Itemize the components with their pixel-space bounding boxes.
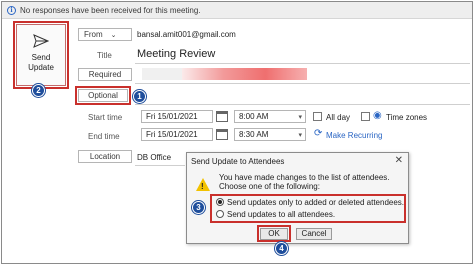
all-day-checkbox[interactable] — [313, 112, 322, 121]
end-calendar-icon[interactable] — [216, 129, 228, 140]
step-badge-2: 2 — [31, 83, 46, 98]
info-icon: i — [7, 5, 16, 15]
recurring-icon: ⟳ — [314, 128, 323, 139]
required-redacted — [182, 68, 307, 80]
end-time-value: 8:30 AM — [239, 130, 269, 139]
required-redacted-left — [142, 68, 182, 80]
warning-icon-mark: ! — [201, 182, 204, 191]
start-time-field[interactable]: 8:00 AM ▾ — [234, 110, 306, 123]
info-bar: i No responses have been received for th… — [2, 2, 472, 19]
globe-icon: ◉ — [373, 110, 382, 121]
start-time-label: Start time — [88, 113, 123, 122]
title-label: Title — [97, 51, 112, 60]
location-value[interactable]: DB Office — [137, 153, 171, 162]
from-address: bansal.amit001@gmail.com — [137, 30, 236, 39]
title-underline — [135, 63, 470, 64]
optional-underline — [135, 104, 470, 105]
location-underline — [135, 165, 185, 166]
end-time-label: End time — [88, 132, 120, 141]
highlight-send-update — [13, 21, 69, 89]
cancel-button[interactable]: Cancel — [296, 228, 332, 240]
chevron-down-icon: ⌄ — [110, 31, 117, 39]
from-button-label: From — [84, 30, 103, 39]
from-button[interactable]: From ⌄ — [78, 28, 132, 41]
required-button-label: Required — [88, 70, 122, 79]
time-zones-checkbox[interactable] — [361, 112, 370, 121]
step-badge-1: 1 — [132, 89, 147, 104]
all-day-label: All day — [326, 113, 351, 122]
location-button-label: Location — [89, 152, 121, 161]
start-date-field[interactable]: Fri 15/01/2021 — [141, 110, 213, 123]
close-icon[interactable]: ✕ — [395, 155, 403, 166]
time-zones-label: Time zones — [386, 113, 428, 122]
meeting-window: i No responses have been received for th… — [1, 1, 473, 264]
chevron-down-icon: ▾ — [298, 114, 302, 121]
chevron-down-icon: ▾ — [298, 132, 302, 139]
start-date-value: Fri 15/01/2021 — [146, 112, 198, 121]
end-time-field[interactable]: 8:30 AM ▾ — [234, 128, 306, 141]
dialog-title: Send Update to Attendees — [191, 157, 285, 166]
highlight-ok — [257, 225, 291, 242]
info-bar-text: No responses have been received for this… — [20, 5, 201, 15]
dialog-message: You have made changes to the list of att… — [219, 173, 390, 191]
required-underline — [135, 83, 470, 84]
send-update-dialog: Send Update to Attendees ✕ ! You have ma… — [186, 152, 409, 244]
step-badge-3: 3 — [191, 200, 206, 215]
start-calendar-icon[interactable] — [216, 111, 228, 122]
step-badge-4: 4 — [274, 241, 289, 256]
end-date-field[interactable]: Fri 15/01/2021 — [141, 128, 213, 141]
make-recurring-link[interactable]: Make Recurring — [326, 131, 382, 140]
title-input[interactable]: Meeting Review — [137, 48, 215, 60]
start-time-value: 8:00 AM — [239, 112, 269, 121]
end-date-value: Fri 15/01/2021 — [146, 130, 198, 139]
highlight-radio-options — [210, 194, 406, 223]
location-button[interactable]: Location — [78, 150, 132, 163]
highlight-optional — [75, 86, 131, 105]
required-button[interactable]: Required — [78, 68, 132, 81]
